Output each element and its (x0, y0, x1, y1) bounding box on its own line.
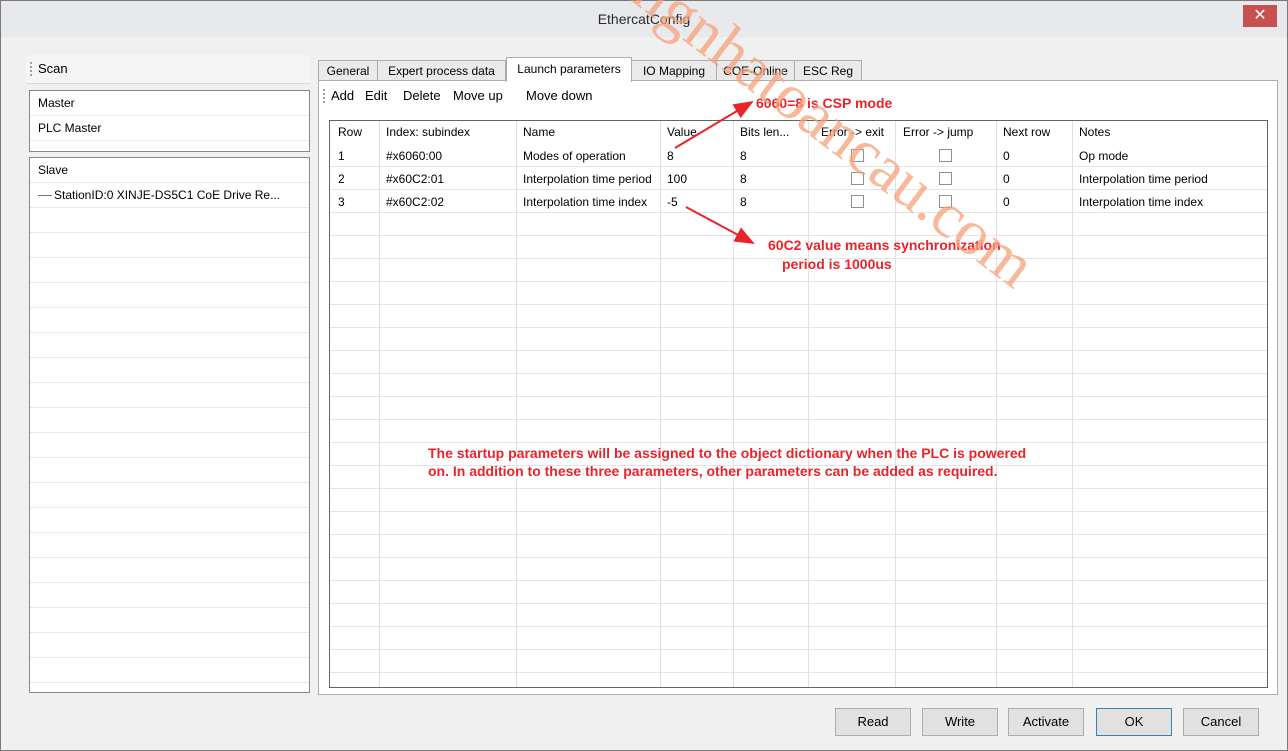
tab-launch-parameters[interactable]: Launch parameters (506, 57, 632, 82)
sync-annotation-arrow (685, 206, 755, 244)
startup-annotation-line-2: on. In addition to these three parameter… (428, 463, 998, 479)
csp-annotation-arrow (674, 100, 754, 149)
startup-annotation-line-1: The startup parameters will be assigned … (428, 445, 1027, 461)
annotation-arrows (674, 100, 755, 244)
sync-period-annotation-line-1: 60C2 value means synchronization (768, 237, 1001, 253)
sync-period-annotation-line-2: period is 1000us (782, 256, 892, 272)
csp-mode-annotation: 6060=8 is CSP mode (756, 95, 893, 111)
